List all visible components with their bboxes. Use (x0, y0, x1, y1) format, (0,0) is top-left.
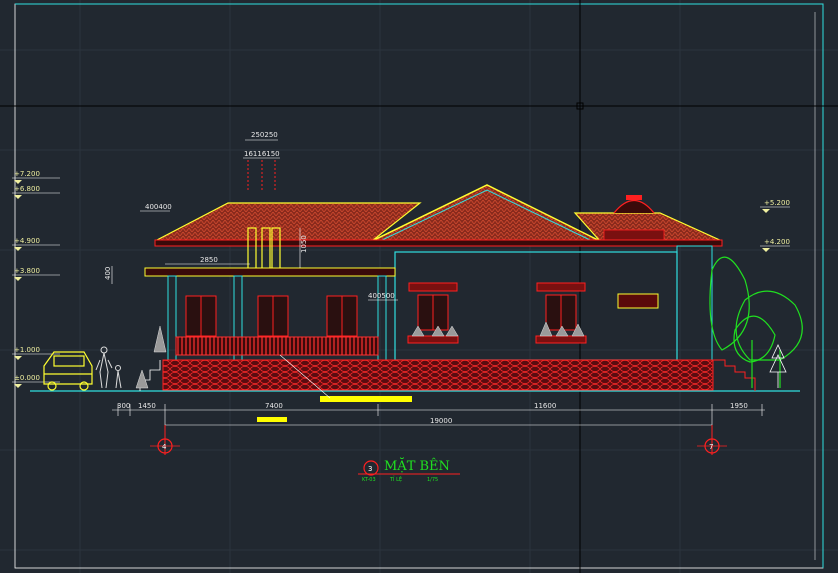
svg-text:+5.200: +5.200 (764, 199, 790, 207)
svg-text:400400: 400400 (145, 203, 172, 211)
svg-text:+3.800: +3.800 (14, 267, 40, 275)
svg-text:250250: 250250 (251, 131, 278, 139)
svg-text:2850: 2850 (200, 256, 218, 264)
trees (709, 256, 803, 388)
svg-text:1/75: 1/75 (427, 477, 438, 483)
svg-text:±0.000: ±0.000 (14, 374, 40, 382)
level-marker: +6.800 (12, 185, 60, 199)
level-marker: +5.200 (760, 199, 790, 213)
svg-text:7400: 7400 (265, 402, 283, 410)
svg-text:4: 4 (162, 443, 167, 451)
svg-text:400500: 400500 (368, 292, 395, 300)
svg-text:300: 300 (117, 402, 130, 410)
svg-text:+7.200: +7.200 (14, 170, 40, 178)
porch-doors (185, 295, 358, 337)
svg-text:1950: 1950 (730, 402, 748, 410)
drawing-title-block: 3 MẶT BÊN KT-03 TỈ LỆ 1/75 (358, 458, 460, 483)
porch-canopy (144, 267, 396, 277)
highlight-bar (320, 396, 412, 402)
highlight-bar-small (257, 417, 287, 422)
svg-text:400: 400 (104, 267, 112, 280)
level-markers-left: +7.200 +6.800 +4.900 +3.800 +1.000 ±0.00… (12, 170, 60, 388)
svg-text:KT-03: KT-03 (362, 477, 376, 483)
porch-railing (175, 336, 379, 356)
bottom-dimension-labels: 300 1450 7400 11600 1950 19000 (117, 402, 748, 425)
porch-gap-dimension: 400500 (368, 292, 398, 301)
level-marker: +4.900 (12, 237, 60, 251)
svg-text:1050: 1050 (300, 235, 308, 253)
svg-text:7: 7 (709, 443, 713, 451)
level-marker: +3.800 (12, 267, 60, 281)
svg-text:+6.800: +6.800 (14, 185, 40, 193)
svg-text:+4.200: +4.200 (764, 238, 790, 246)
right-wing-wall (676, 245, 713, 361)
level-marker: +7.200 (12, 170, 60, 184)
level-markers-right: +5.200 +4.200 (760, 199, 790, 252)
car (43, 351, 93, 391)
svg-text:+4.900: +4.900 (14, 237, 40, 245)
cad-canvas[interactable]: +7.200 +6.800 +4.900 +3.800 +1.000 ±0.00… (0, 0, 838, 573)
stone-plinth (162, 359, 714, 391)
entrance-steps (713, 359, 756, 391)
svg-text:+1.000: +1.000 (14, 346, 40, 354)
people (95, 346, 122, 389)
svg-text:19000: 19000 (430, 417, 452, 425)
vent-window (617, 293, 659, 309)
chimney-dimensions: 250250 16116150 (243, 131, 280, 159)
svg-text:3: 3 (368, 465, 372, 473)
level-marker: ±0.000 (12, 374, 60, 388)
svg-text:11600: 11600 (534, 402, 556, 410)
overhang-dimension: 400400 (140, 203, 172, 212)
small-tree (769, 344, 787, 388)
svg-text:1450: 1450 (138, 402, 156, 410)
drawing-title: MẶT BÊN (384, 458, 450, 474)
svg-text:16116150: 16116150 (244, 150, 280, 158)
fascia (154, 239, 723, 247)
svg-text:TỈ LỆ: TỈ LỆ (389, 475, 402, 483)
